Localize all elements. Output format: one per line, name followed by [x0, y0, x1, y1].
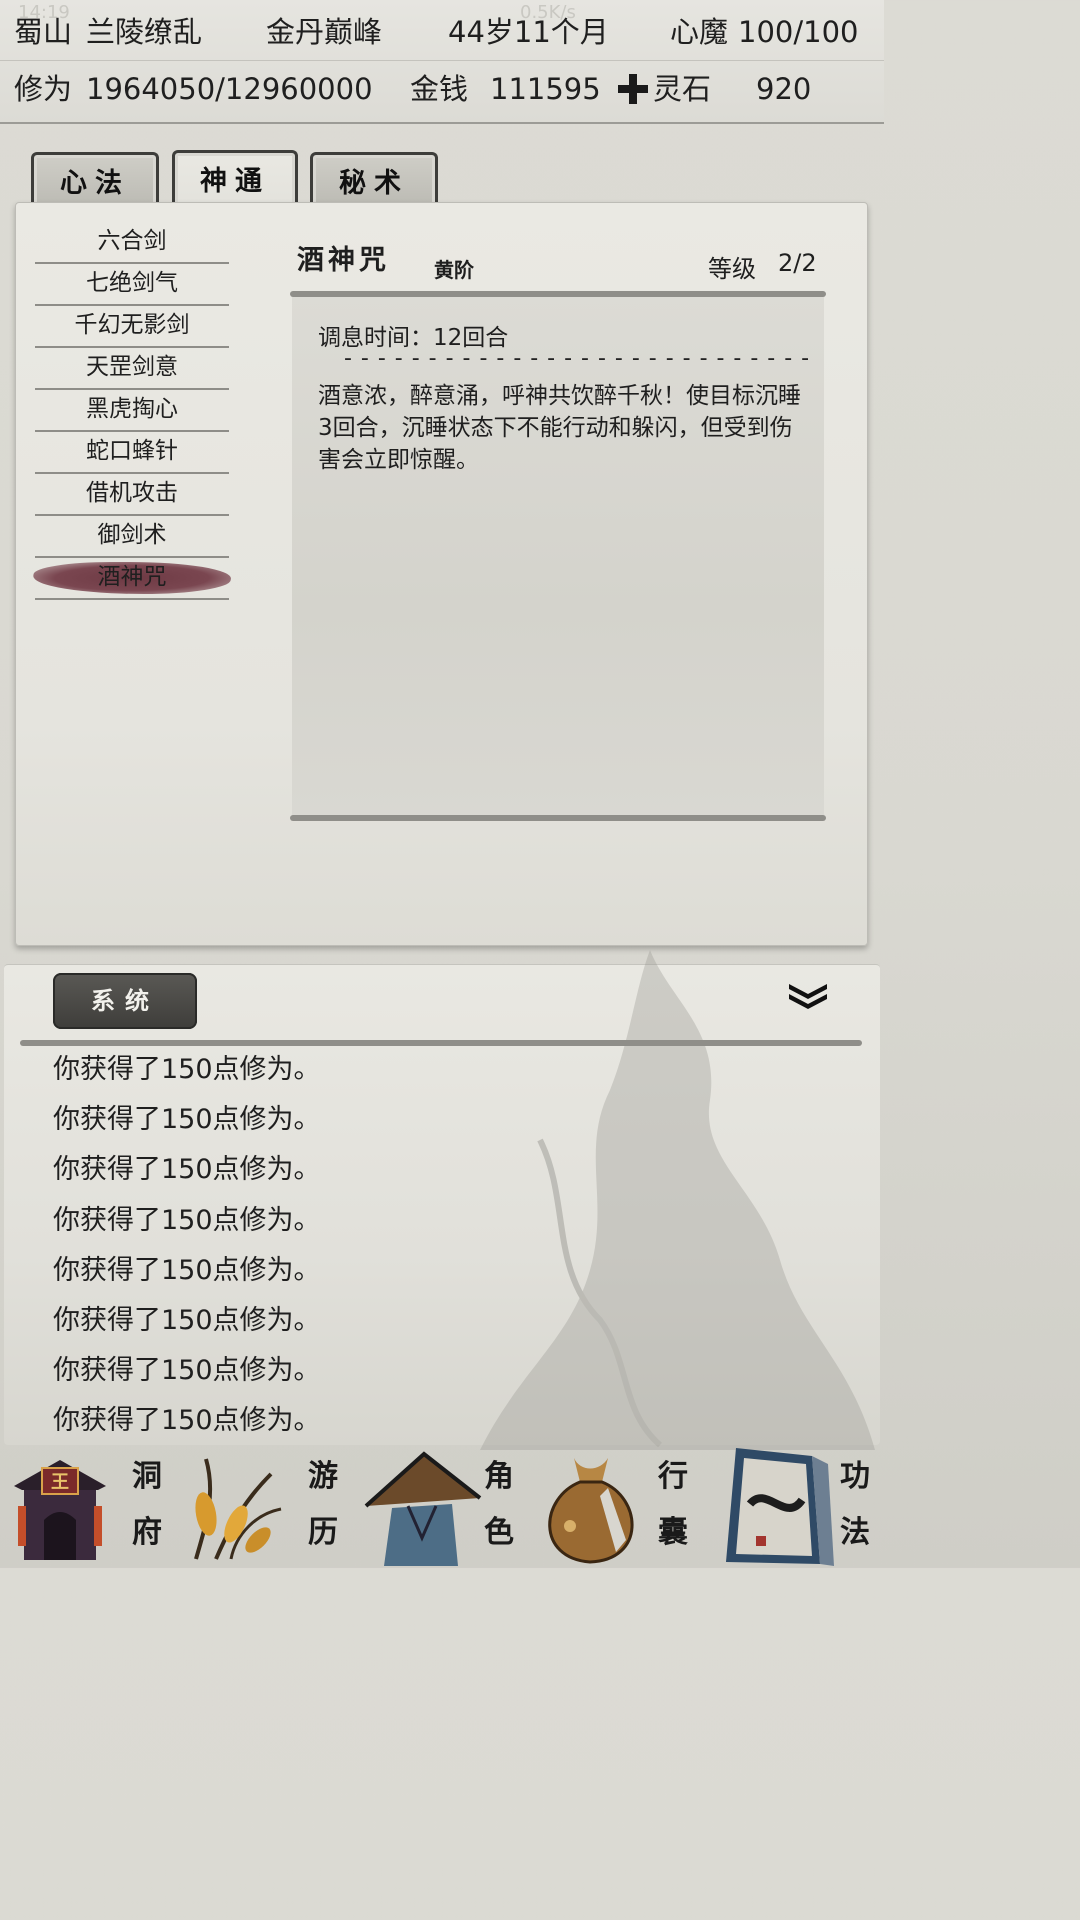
log-list: 你获得了150点修为。 你获得了150点修为。 你获得了150点修为。 你获得了… [53, 1050, 321, 1452]
nav-bag[interactable]: 行 囊 [530, 1444, 708, 1568]
description-bottom-rule [290, 815, 826, 821]
log-line: 你获得了150点修为。 [53, 1104, 321, 1136]
skill-item[interactable]: 借机攻击 [35, 474, 229, 516]
cloth-bag-icon [548, 1458, 634, 1564]
sect-name: 蜀山 [14, 15, 73, 49]
scroll-book-icon [726, 1448, 834, 1566]
skill-item[interactable]: 六合剑 [35, 222, 229, 264]
age: 44岁11个月 [448, 15, 609, 49]
ink-mountain-decoration [480, 950, 875, 1450]
skill-item[interactable]: 七绝剑气 [35, 264, 229, 306]
log-line: 你获得了150点修为。 [53, 1355, 321, 1387]
nav-travel[interactable]: 游 历 [176, 1444, 358, 1568]
log-divider [20, 1040, 862, 1046]
nav-cave-dwelling[interactable]: 王 洞 府 [0, 1444, 175, 1568]
description-divider: - - - - - - - - - - - - - - - - - - - - … [344, 346, 811, 371]
collapse-chevron-icon[interactable] [786, 978, 830, 1012]
bottom-nav: 王 洞 府 游 历 角 色 行 囊 功 法 [0, 1444, 884, 1568]
skill-item[interactable]: 御剑术 [35, 516, 229, 558]
skill-item[interactable]: 黑虎掏心 [35, 390, 229, 432]
skill-level-label: 等级 [708, 255, 756, 283]
skill-title: 酒神咒 [297, 245, 390, 276]
cave-badge: 王 [51, 1472, 69, 1493]
skill-list: 六合剑 七绝剑气 千幻无影剑 天罡剑意 黑虎掏心 蛇口蜂针 借机攻击 御剑术 酒… [30, 222, 234, 600]
spirit-stone-value: 920 [756, 72, 812, 106]
realm: 金丹巅峰 [266, 15, 383, 49]
cultivation-label: 修为 [14, 72, 73, 106]
nav-skills[interactable]: 功 法 [708, 1444, 884, 1568]
straw-hat-icon [364, 1451, 482, 1566]
skill-item[interactable]: 千幻无影剑 [35, 306, 229, 348]
description-top-rule [290, 291, 826, 297]
money-label: 金钱 [410, 72, 469, 106]
status-header: 14:19 0.5K/s 蜀山 兰陵缭乱 金丹巅峰 44岁11个月 心魔 100… [0, 0, 884, 124]
skill-grade: 黄阶 [434, 258, 474, 282]
spirit-stone-icon [618, 74, 648, 104]
header-divider [0, 60, 884, 61]
log-line: 你获得了150点修为。 [53, 1154, 321, 1186]
money-value: 111595 [490, 72, 601, 106]
skill-item[interactable]: 天罡剑意 [35, 348, 229, 390]
skill-description: 酒意浓，醉意涌，呼神共饮醉千秋！使目标沉睡3回合，沉睡状态下不能行动和躲闪，但受… [318, 383, 801, 473]
log-line: 你获得了150点修为。 [53, 1304, 321, 1336]
cultivation-value: 1964050/12960000 [86, 72, 373, 106]
nav-character[interactable]: 角 色 [358, 1444, 530, 1568]
spirit-stone-label: 灵石 [653, 72, 712, 106]
skill-item-selected[interactable]: 酒神咒 [30, 558, 234, 600]
log-line: 你获得了150点修为。 [53, 1254, 321, 1286]
cave-building-icon: 王 [14, 1460, 106, 1560]
skill-level-value: 2/2 [778, 249, 817, 277]
tab-system-log[interactable]: 系统 [53, 973, 197, 1029]
skill-item[interactable]: 蛇口蜂针 [35, 432, 229, 474]
reed-grass-icon [194, 1458, 282, 1560]
player-name: 兰陵缭乱 [86, 15, 203, 49]
skill-description-box [292, 293, 824, 819]
log-line: 你获得了150点修为。 [53, 1204, 321, 1236]
heart-demon-label: 心魔 [670, 15, 729, 49]
log-line: 你获得了150点修为。 [53, 1054, 321, 1085]
heart-demon-value: 100/100 [738, 15, 859, 49]
